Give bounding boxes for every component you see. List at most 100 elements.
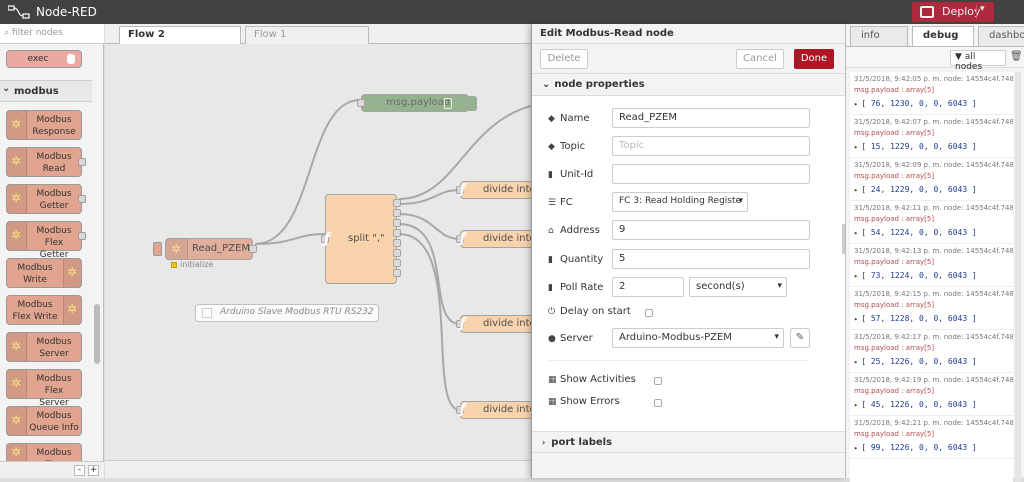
output-port[interactable] bbox=[78, 195, 86, 203]
palette-filter-input[interactable]: ⌕ filter nodes bbox=[0, 24, 104, 44]
tab-flow-1[interactable]: Flow 1 bbox=[245, 26, 369, 44]
debug-message[interactable]: 31/5/2018, 9:42:09 p. m. node: 14554c4f.… bbox=[850, 158, 1013, 201]
debug-message-value[interactable]: ▸[ 76, 1230, 0, 0, 6043 ] bbox=[854, 99, 1013, 108]
flow-node-divide[interactable]: ƒ divide into bbox=[456, 230, 540, 248]
input-port[interactable] bbox=[357, 99, 365, 107]
tab-debug[interactable]: debug bbox=[912, 26, 974, 47]
expand-triangle-icon[interactable]: ▸ bbox=[854, 444, 858, 452]
name-field[interactable]: Read_PZEM bbox=[612, 108, 810, 128]
palette-scrollbar[interactable] bbox=[94, 304, 100, 364]
palette-node-modbus-flex-server[interactable]: Modbus Flex Server bbox=[6, 369, 82, 408]
expand-triangle-icon[interactable]: ▸ bbox=[854, 401, 858, 409]
debug-message[interactable]: 31/5/2018, 9:42:17 p. m. node: 14554c4f.… bbox=[850, 330, 1013, 373]
unit-id-field[interactable] bbox=[612, 164, 810, 184]
section-port-labels[interactable]: › port labels bbox=[532, 431, 846, 453]
output-port[interactable] bbox=[78, 158, 86, 166]
output-port[interactable] bbox=[393, 249, 401, 257]
expand-triangle-icon[interactable]: ▸ bbox=[854, 186, 858, 194]
poll-rate-unit-select[interactable]: second(s) bbox=[689, 277, 787, 297]
expand-triangle-icon[interactable]: ▸ bbox=[854, 100, 858, 108]
debug-message[interactable]: 31/5/2018, 9:42:15 p. m. node: 14554c4f.… bbox=[850, 287, 1013, 330]
debug-message[interactable]: 31/5/2018, 9:42:21 p. m. node: 14554c4f.… bbox=[850, 416, 1013, 459]
address-field[interactable]: 9 bbox=[612, 220, 810, 240]
palette-node-modbus-write[interactable]: Modbus Write bbox=[6, 258, 82, 288]
output-port[interactable] bbox=[249, 245, 257, 253]
node-status-text: initialize bbox=[180, 260, 214, 269]
palette-node-modbus-response[interactable]: Modbus Response bbox=[6, 110, 82, 140]
debug-message-value[interactable]: ▸[ 15, 1229, 0, 0, 6043 ] bbox=[854, 142, 1013, 151]
palette-node-modbus-server[interactable]: Modbus Server bbox=[6, 332, 82, 362]
collapse-all-button[interactable]: - bbox=[74, 465, 85, 476]
expand-triangle-icon[interactable]: ▸ bbox=[854, 143, 858, 151]
trash-icon[interactable]: 🗑 bbox=[1010, 51, 1023, 62]
flow-node-divide[interactable]: ƒ divide into bbox=[456, 401, 540, 419]
inject-button[interactable] bbox=[153, 242, 162, 256]
expand-triangle-icon[interactable]: ▸ bbox=[854, 272, 858, 280]
output-port[interactable] bbox=[393, 199, 401, 207]
palette-node-modbus-flex-getter[interactable]: Modbus Flex Getter bbox=[6, 221, 86, 260]
show-activities-checkbox[interactable] bbox=[654, 377, 662, 385]
poll-rate-field[interactable]: 2 bbox=[612, 277, 684, 297]
output-port[interactable] bbox=[78, 232, 86, 240]
expand-triangle-icon[interactable]: ▸ bbox=[854, 315, 858, 323]
show-errors-checkbox[interactable] bbox=[654, 399, 662, 407]
debug-message[interactable]: 31/5/2018, 9:42:19 p. m. node: 14554c4f.… bbox=[850, 373, 1013, 416]
debug-toggle-button[interactable] bbox=[466, 96, 477, 111]
done-button[interactable]: Done bbox=[794, 49, 834, 69]
output-port[interactable] bbox=[393, 259, 401, 267]
wire[interactable] bbox=[398, 223, 461, 325]
palette-node-modbus-flex[interactable]: Modbus Flex bbox=[6, 443, 82, 470]
output-port[interactable] bbox=[393, 229, 401, 237]
wire[interactable] bbox=[398, 189, 461, 205]
delete-button[interactable]: Delete bbox=[540, 49, 588, 69]
expand-all-button[interactable]: + bbox=[88, 465, 99, 476]
debug-message-value[interactable]: ▸[ 25, 1226, 0, 0, 6043 ] bbox=[854, 357, 1013, 366]
tab-dashboard[interactable]: dashboa bbox=[978, 26, 1024, 46]
debug-message[interactable]: 31/5/2018, 9:42:11 p. m. node: 14554c4f.… bbox=[850, 201, 1013, 244]
section-node-properties[interactable]: ⌄ node properties bbox=[532, 74, 846, 96]
flow-node-divide[interactable]: ƒ divide into bbox=[456, 315, 540, 333]
debug-message-value[interactable]: ▸[ 24, 1229, 0, 0, 6043 ] bbox=[854, 185, 1013, 194]
palette-node-modbus-read[interactable]: Modbus Read bbox=[6, 147, 86, 177]
quantity-field[interactable]: 5 bbox=[612, 249, 810, 269]
tab-flow-2[interactable]: Flow 2 bbox=[119, 26, 241, 45]
fc-select[interactable]: FC 3: Read Holding Registe bbox=[612, 192, 748, 212]
debug-filter-button[interactable]: ▼ all nodes bbox=[950, 50, 1006, 72]
tab-info[interactable]: info bbox=[850, 26, 908, 46]
debug-scrollbar[interactable] bbox=[1015, 72, 1021, 482]
flow-node-split[interactable]: ƒ split "," bbox=[321, 194, 401, 284]
debug-message-topic: msg.payload : array[5] bbox=[854, 172, 935, 180]
topic-field[interactable]: Topic bbox=[612, 136, 810, 156]
palette-category-modbus[interactable]: ⌄ modbus bbox=[0, 80, 92, 102]
output-port[interactable] bbox=[393, 209, 401, 217]
flow-node-comment[interactable]: Arduino Slave Modbus RTU RS232 bbox=[195, 304, 379, 322]
debug-message-value[interactable]: ▸[ 54, 1224, 0, 0, 6043 ] bbox=[854, 228, 1013, 237]
cancel-button[interactable]: Cancel bbox=[736, 49, 784, 69]
output-port[interactable] bbox=[393, 239, 401, 247]
debug-message[interactable]: 31/5/2018, 9:42:07 p. m. node: 14554c4f.… bbox=[850, 115, 1013, 158]
flow-node-debug[interactable]: msg.payload bbox=[357, 94, 477, 112]
deploy-menu-caret-icon[interactable]: ▾ bbox=[980, 4, 985, 14]
debug-message[interactable]: 31/5/2018, 9:42:13 p. m. node: 14554c4f.… bbox=[850, 244, 1013, 287]
debug-message-value[interactable]: ▸[ 99, 1226, 0, 0, 6043 ] bbox=[854, 443, 1013, 452]
expand-triangle-icon[interactable]: ▸ bbox=[854, 358, 858, 366]
palette-node-exec[interactable]: exec bbox=[6, 50, 82, 68]
deploy-button[interactable]: Deploy ▾ bbox=[912, 2, 994, 22]
server-select[interactable]: Arduino-Modbus-PZEM bbox=[612, 328, 784, 348]
edit-server-button[interactable]: ✎ bbox=[790, 328, 810, 348]
debug-message-value[interactable]: ▸[ 73, 1224, 0, 0, 6043 ] bbox=[854, 271, 1013, 280]
delay-on-start-checkbox[interactable] bbox=[645, 309, 653, 317]
debug-message-value[interactable]: ▸[ 57, 1228, 0, 0, 6043 ] bbox=[854, 314, 1013, 323]
home-icon: ⌂ bbox=[548, 226, 554, 236]
debug-message-value[interactable]: ▸[ 45, 1226, 0, 0, 6043 ] bbox=[854, 400, 1013, 409]
expand-triangle-icon[interactable]: ▸ bbox=[854, 229, 858, 237]
palette-node-modbus-flex-write[interactable]: Modbus Flex Write bbox=[6, 295, 82, 325]
debug-message[interactable]: 31/5/2018, 9:42:05 p. m. node: 14554c4f.… bbox=[850, 72, 1013, 115]
flow-node-divide[interactable]: ƒ divide into bbox=[456, 181, 540, 199]
flow-node-read-pzem[interactable]: ✲ Read_PZEM bbox=[165, 238, 257, 260]
palette-node-modbus-queue-info[interactable]: Modbus Queue Info bbox=[6, 406, 82, 436]
output-port[interactable] bbox=[393, 269, 401, 277]
output-port[interactable] bbox=[393, 219, 401, 227]
flow-workspace[interactable]: msg.payload ƒ split "," ✲ Read_PZEM init… bbox=[105, 44, 540, 460]
palette-node-modbus-getter[interactable]: Modbus Getter bbox=[6, 184, 86, 214]
